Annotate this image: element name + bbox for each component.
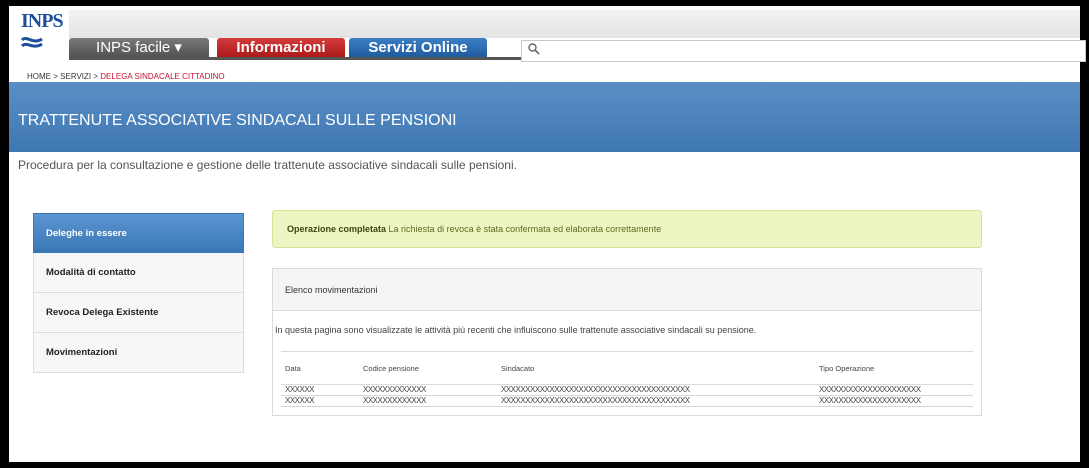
table-row: XXXXXX XXXXXXXXXXXXX XXXXXXXXXXXXXXXXXXX… [281,395,973,407]
success-alert: Operazione completata La richiesta di re… [272,210,982,248]
search-icon[interactable] [527,42,541,56]
breadcrumb-separator: > [93,72,99,81]
sidebar-item-movimentazioni[interactable]: Movimentazioni [33,333,244,373]
table-cell: XXXXXXXXXXXXX [359,384,497,396]
column-header-codice-pensione: Codice pensione [359,351,497,385]
sidebar-item-deleghe-in-essere[interactable]: Deleghe in essere [33,213,244,253]
page-subtitle: Procedura per la consultazione e gestion… [18,158,517,172]
breadcrumb-servizi[interactable]: SERVIZI [60,72,91,81]
table-cell: XXXXXXXXXXXXXXXXXXXXX [815,395,973,407]
table-cell: XXXXXX [281,384,359,396]
breadcrumb: HOME > SERVIZI > DELEGA SINDACALE CITTAD… [27,72,225,81]
column-header-sindacato: Sindacato [497,351,815,385]
logo-wave-icon [21,37,43,48]
logo-text: INPS [21,10,64,32]
tab-inps-facile[interactable]: INPS facile ▾ [69,38,209,58]
movimentazioni-panel: Elenco movimentazioni In questa pagina s… [272,268,982,416]
breadcrumb-separator: > [53,72,58,81]
table-header-row: Data Codice pensione Sindacato Tipo Oper… [281,351,973,385]
alert-title: Operazione completata [287,224,387,234]
table-cell: XXXXXX [281,395,359,407]
top-header: INPS INPS facile ▾ Informazioni Servizi … [9,6,1086,68]
alert-message: La richiesta di revoca è stata confermat… [388,224,662,234]
header-strip [69,10,1080,38]
table-row: XXXXXX XXXXXXXXXXXXX XXXXXXXXXXXXXXXXXXX… [281,384,973,396]
table-cell: XXXXXXXXXXXXXXXXXXXXXXXXXXXXXXXXXXXXXXX [497,395,815,407]
sidebar-item-revoca-delega[interactable]: Revoca Delega Existente [33,293,244,333]
page-title: TRATTENUTE ASSOCIATIVE SINDACALI SULLE P… [18,112,457,129]
inps-logo[interactable]: INPS [17,10,64,58]
column-header-tipo-operazione: Tipo Operazione [815,351,973,385]
breadcrumb-home[interactable]: HOME [27,72,51,81]
tab-informazioni[interactable]: Informazioni [217,38,345,58]
column-header-data: Data [281,351,359,385]
table-cell: XXXXXXXXXXXXX [359,395,497,407]
search-input[interactable] [521,40,1086,62]
sidebar-item-modalita-contatto[interactable]: Modalità di contatto [33,253,244,293]
table-cell: XXXXXXXXXXXXXXXXXXXXX [815,384,973,396]
breadcrumb-current: DELEGA SINDACALE CITTADINO [100,72,225,81]
panel-description: In questa pagina sono visualizzate le at… [275,325,757,335]
tab-servizi-online[interactable]: Servizi Online [349,38,487,58]
movimentazioni-table: Data Codice pensione Sindacato Tipo Oper… [281,351,973,407]
sidebar-nav: Deleghe in essere Modalità di contatto R… [33,213,244,373]
table-cell: XXXXXXXXXXXXXXXXXXXXXXXXXXXXXXXXXXXXXXX [497,384,815,396]
panel-title: Elenco movimentazioni [273,269,981,311]
